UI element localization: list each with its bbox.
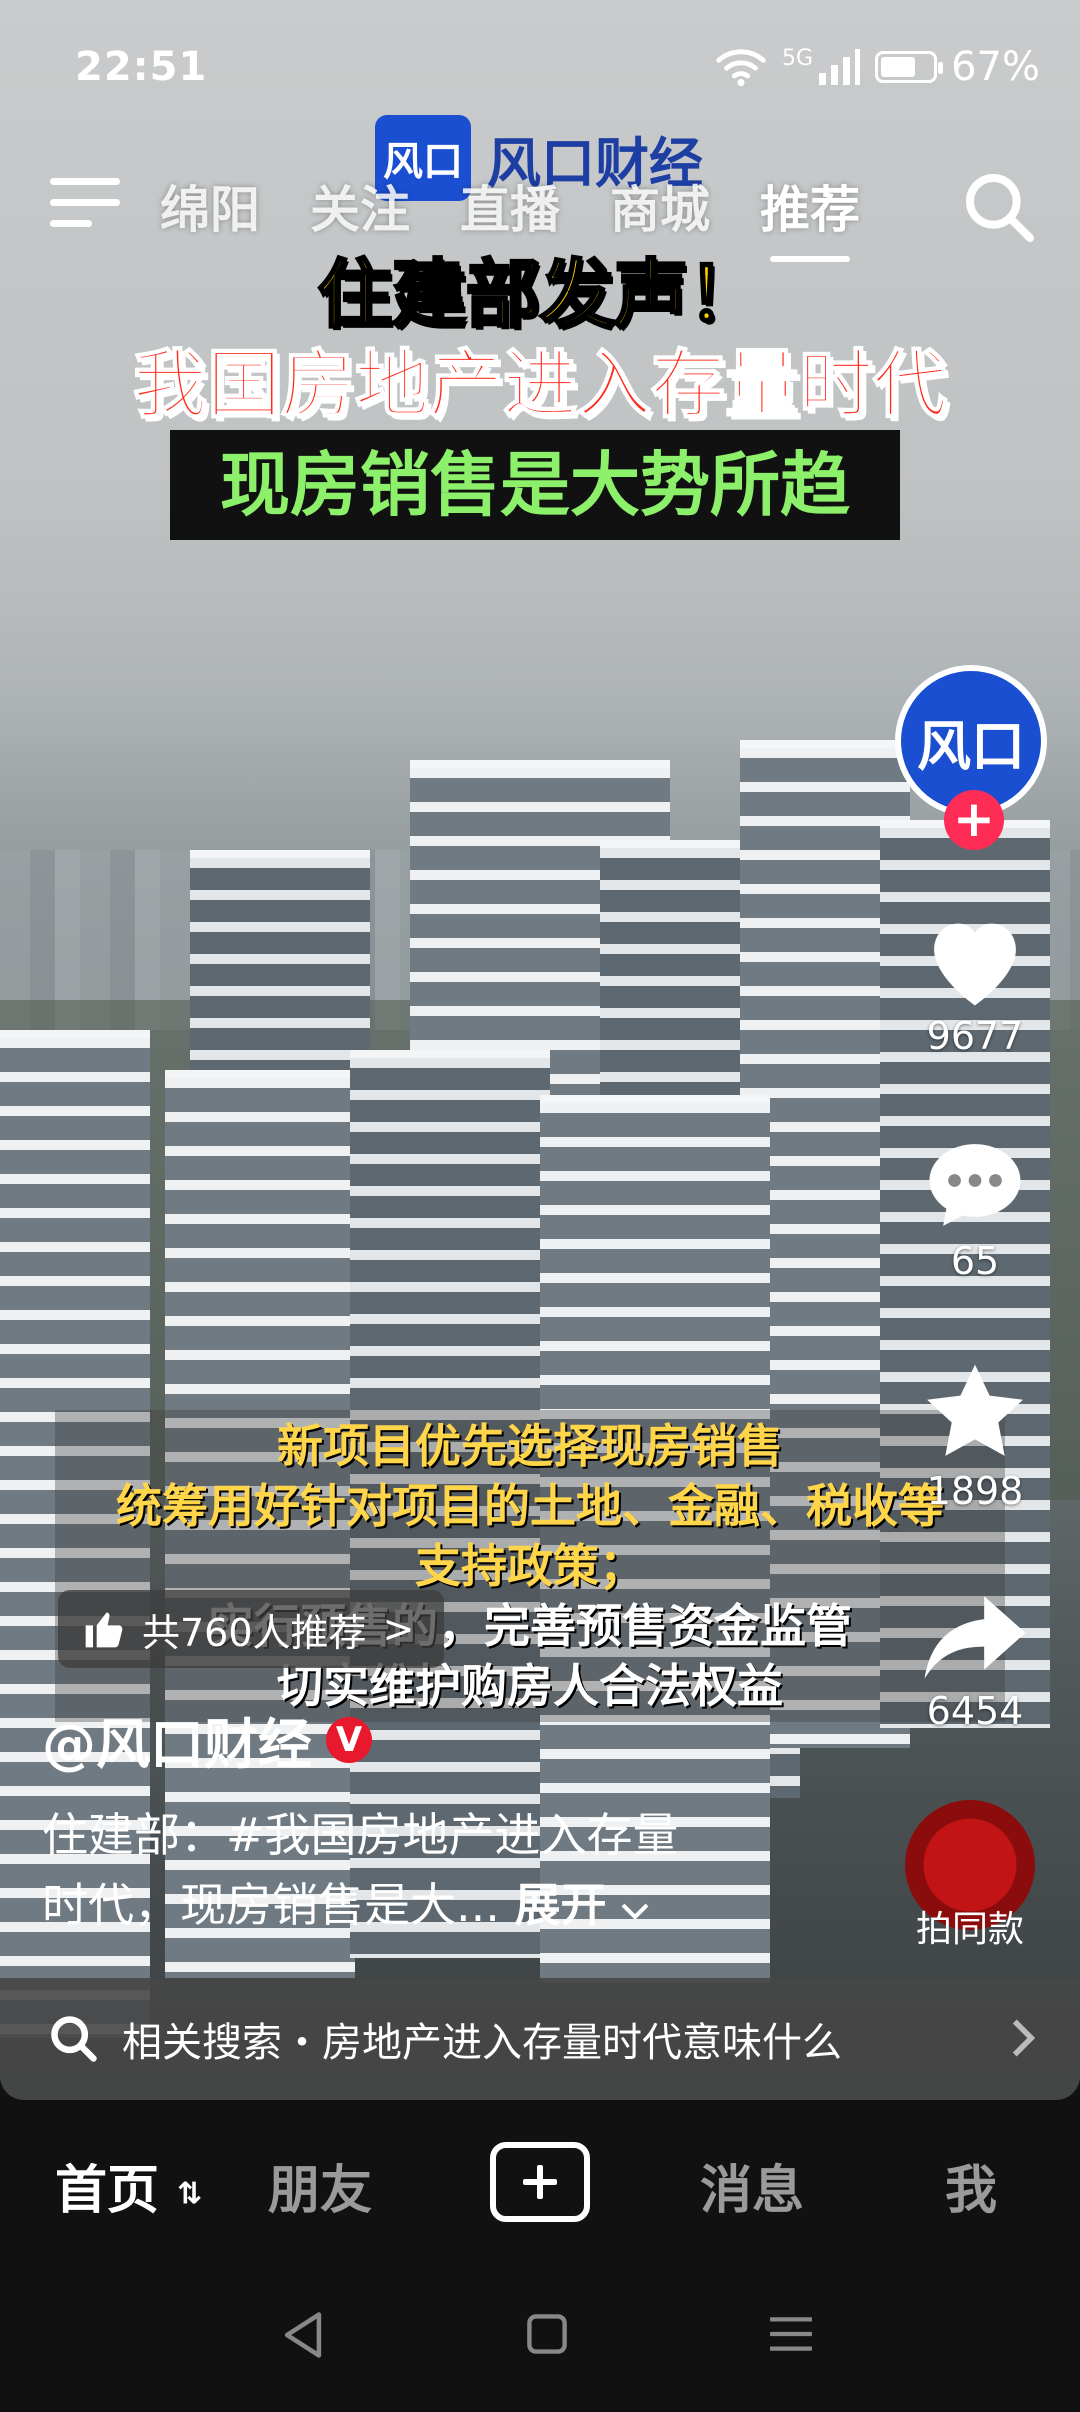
- expand-link[interactable]: 展开: [515, 1878, 607, 1932]
- video-subtitle: 新项目优先选择现房销售 统筹用好针对项目的土地、金融、税收等 支持政策； 实行预…: [55, 1410, 1005, 1722]
- network-type: 5G: [782, 45, 814, 71]
- clock: 22:51: [75, 44, 208, 90]
- like-count: 9677: [926, 1014, 1024, 1058]
- related-search-text: 相关搜索・房地产进入存量时代意味什么: [122, 2020, 842, 2066]
- search-icon[interactable]: [960, 168, 1040, 248]
- feed-tabs: 绵阳 关注 直播 商城 推荐: [160, 170, 860, 262]
- author-info[interactable]: @风口财经 V: [42, 1700, 372, 1779]
- menu-icon[interactable]: [50, 178, 120, 234]
- related-search-bar[interactable]: 相关搜索・房地产进入存量时代意味什么: [0, 1978, 1080, 2100]
- plus-icon[interactable]: [490, 2142, 590, 2222]
- video-player[interactable]: 风口 风口财经 住建部发声！ 我国房地产进入存量时代 现房销售是大势所趋 新项目…: [0, 0, 1080, 2100]
- bottom-nav: 首页 ⇅ 朋友 消息 我: [0, 2100, 1080, 2270]
- top-nav: 绵阳 关注 直播 商城 推荐: [0, 160, 1080, 262]
- recommend-text: 共760人推荐: [142, 1610, 367, 1655]
- follow-button[interactable]: +: [944, 790, 1004, 850]
- share-button[interactable]: 6454: [900, 1590, 1050, 1733]
- nav-me[interactable]: 我: [945, 2148, 997, 2223]
- nav-home[interactable]: 首页 ⇅: [55, 2148, 202, 2223]
- thumbs-up-icon: [85, 1612, 123, 1648]
- subtitle-line: 支持政策；: [415, 1539, 645, 1593]
- verified-badge: V: [326, 1716, 372, 1763]
- tab-following[interactable]: 关注: [310, 170, 410, 242]
- video-description[interactable]: 住建部：#我国房地产进入存量 时代，现房销售是大... 展开: [42, 1800, 802, 1940]
- chevron-right-icon: >: [382, 1607, 415, 1651]
- status-bar: 22:51 5G 67%: [0, 0, 1080, 130]
- description-line: 住建部：#我国房地产进入存量: [42, 1808, 679, 1862]
- heart-icon: [934, 923, 1016, 1006]
- nav-home-label: 首页: [55, 2161, 160, 2221]
- favorite-button[interactable]: 1898: [900, 1360, 1050, 1513]
- author-name: @风口财经: [42, 1713, 312, 1776]
- favorite-count: 1898: [926, 1469, 1024, 1513]
- status-icons: 5G 67%: [714, 44, 1040, 90]
- wifi-icon: [716, 49, 766, 87]
- nav-messages[interactable]: 消息: [700, 2148, 804, 2223]
- same-style-label: 拍同款: [915, 1909, 1024, 1950]
- like-button[interactable]: 9677: [900, 910, 1050, 1058]
- signal-icon: [819, 49, 861, 85]
- comment-button[interactable]: 65: [900, 1135, 1050, 1283]
- nav-friends[interactable]: 朋友: [268, 2148, 372, 2223]
- same-style-button[interactable]: 拍同款: [895, 1800, 1045, 1952]
- subtitle-line: 统筹用好针对项目的土地、金融、税收等: [116, 1479, 944, 1533]
- back-icon[interactable]: [280, 2310, 326, 2360]
- battery-icon: [875, 51, 944, 83]
- tab-mall[interactable]: 商城: [610, 170, 710, 242]
- comment-icon: [929, 1144, 1021, 1226]
- chevron-right-icon: [1012, 2019, 1036, 2057]
- headline-3: 现房销售是大势所趋: [170, 430, 900, 540]
- comment-count: 65: [950, 1239, 1000, 1283]
- chevron-down-icon: [621, 1903, 649, 1920]
- recents-icon[interactable]: [768, 2314, 814, 2354]
- home-icon[interactable]: [525, 2312, 569, 2356]
- switch-icon: ⇅: [177, 2176, 203, 2212]
- subtitle-line: 新项目优先选择现房销售: [277, 1419, 783, 1473]
- star-icon: [927, 1364, 1023, 1456]
- system-nav-bar: [0, 2270, 1080, 2412]
- share-icon: [924, 1596, 1026, 1679]
- recommend-pill[interactable]: 共760人推荐 >: [58, 1590, 445, 1668]
- tab-local[interactable]: 绵阳: [160, 170, 260, 242]
- battery-percent: 67%: [951, 44, 1040, 90]
- tab-live[interactable]: 直播: [460, 170, 560, 242]
- search-icon: [51, 2016, 97, 2062]
- share-count: 6454: [926, 1689, 1024, 1733]
- description-text: 时代，现房销售是大...: [42, 1878, 500, 1932]
- description-line-2: 时代，现房销售是大... 展开: [42, 1870, 802, 1940]
- headline-2: 我国房地产进入存量时代: [132, 341, 948, 429]
- tab-recommend[interactable]: 推荐: [760, 170, 860, 262]
